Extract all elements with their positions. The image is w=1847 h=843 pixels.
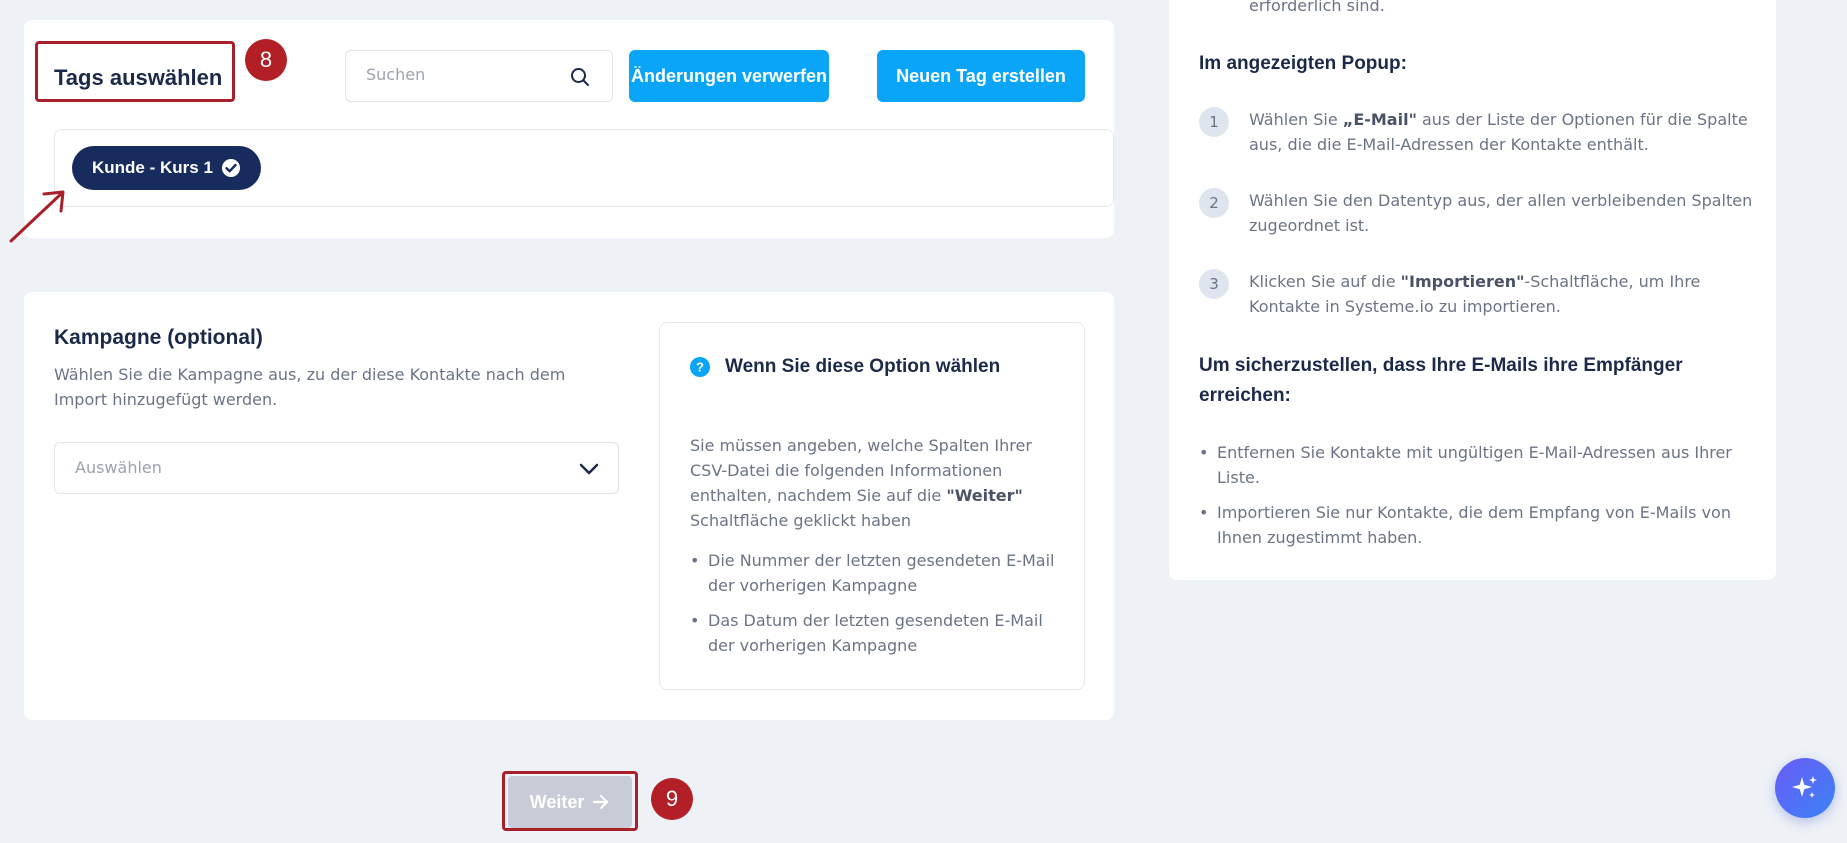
step-text-bold: "Importieren" <box>1400 272 1525 291</box>
info-list-item: Die Nummer der letzten gesendeten E-Mail… <box>690 548 1060 598</box>
step-text-pre: Wählen Sie <box>1249 110 1343 129</box>
arrow-right-icon <box>593 794 609 810</box>
tag-chip-label: Kunde - Kurs 1 <box>92 158 213 177</box>
step-text: Wählen Sie „E-Mail" aus der Liste der Op… <box>1249 107 1754 157</box>
info-text: Sie müssen angeben, welche Spalten Ihrer… <box>690 433 1060 533</box>
next-button[interactable]: Weiter <box>508 776 632 828</box>
campaign-title: Kampagne (optional) <box>54 326 263 349</box>
selected-tags-box: Kunde - Kurs 1 <box>54 129 1114 207</box>
step-text-pre: Klicken Sie auf die <box>1249 272 1401 291</box>
info-text-bold: "Weiter" <box>946 486 1023 505</box>
highlight-box-tags <box>35 41 235 102</box>
question-icon: ? <box>690 357 710 377</box>
tag-search-box[interactable] <box>345 50 613 102</box>
campaign-card: Kampagne (optional) Wählen Sie die Kampa… <box>24 292 1114 720</box>
search-icon[interactable] <box>570 67 590 87</box>
tag-search-input[interactable] <box>366 65 566 84</box>
ai-assistant-button[interactable] <box>1775 758 1835 818</box>
step-text: Klicken Sie auf die "Importieren"-Schalt… <box>1249 269 1754 319</box>
annotation-arrow <box>9 190 65 243</box>
help-top-text: erforderlich sind. <box>1249 0 1385 15</box>
chevron-down-icon[interactable] <box>578 459 600 479</box>
delivery-list: Entfernen Sie Kontakte mit ungültigen E-… <box>1199 440 1749 560</box>
campaign-description: Wählen Sie die Kampagne aus, zu der dies… <box>54 365 566 409</box>
step-badge-9: 9 <box>651 778 693 820</box>
info-header: ? Wenn Sie diese Option wählen <box>690 356 1000 378</box>
svg-text:?: ? <box>696 360 704 375</box>
campaign-select[interactable]: Auswählen <box>54 442 619 494</box>
info-list-item: Das Datum der letzten gesendeten E-Mail … <box>690 608 1060 658</box>
create-tag-button[interactable]: Neuen Tag erstellen <box>877 50 1085 102</box>
tag-chip[interactable]: Kunde - Kurs 1 <box>72 146 261 190</box>
step-number: 2 <box>1199 188 1229 218</box>
discard-changes-button[interactable]: Änderungen verwerfen <box>629 50 829 102</box>
import-help-panel: erforderlich sind. Im angezeigten Popup:… <box>1169 0 1776 580</box>
step-badge-8: 8 <box>245 39 287 81</box>
delivery-list-item: Importieren Sie nur Kontakte, die dem Em… <box>1199 500 1749 550</box>
step-text: Wählen Sie den Datentyp aus, der allen v… <box>1249 191 1753 235</box>
step-number: 3 <box>1199 269 1229 299</box>
info-list: Die Nummer der letzten gesendeten E-Mail… <box>690 548 1060 668</box>
info-title: Wenn Sie diese Option wählen <box>725 356 1001 377</box>
delivery-heading: Um sicherzustellen, dass Ihre E-Mails ih… <box>1199 355 1683 406</box>
check-circle-icon <box>221 159 240 177</box>
sparkle-icon <box>1792 776 1817 798</box>
campaign-select-value: Auswählen <box>75 458 162 477</box>
campaign-info-box: ? Wenn Sie diese Option wählen Sie müsse… <box>659 322 1085 690</box>
popup-heading: Im angezeigten Popup: <box>1199 53 1407 74</box>
info-text-suffix: Schaltfläche geklickt haben <box>690 511 912 530</box>
step-number: 1 <box>1199 107 1229 137</box>
next-button-label: Weiter <box>529 791 585 812</box>
step-text-bold: „E-Mail" <box>1342 110 1417 129</box>
delivery-list-item: Entfernen Sie Kontakte mit ungültigen E-… <box>1199 440 1749 490</box>
